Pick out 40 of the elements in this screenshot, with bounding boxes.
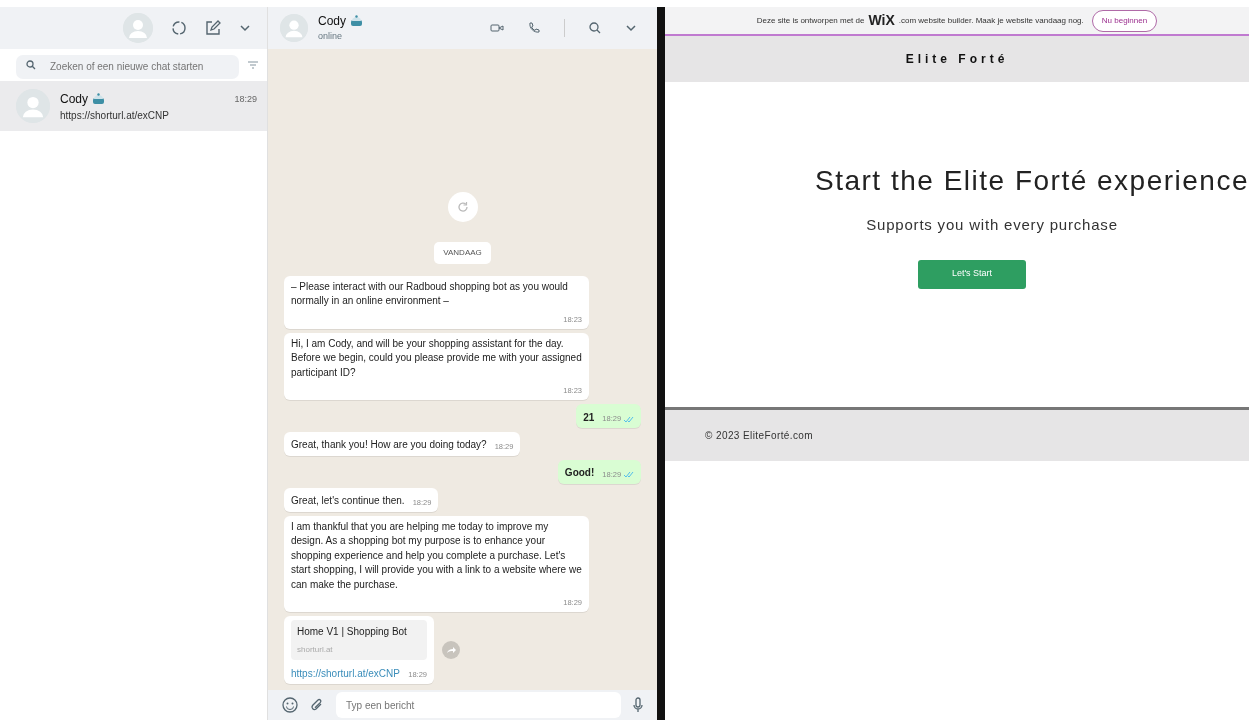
message-text: Great, thank you! How are you doing today? — [291, 438, 487, 453]
site-title: Elite Forté — [905, 51, 1009, 68]
bot-icon — [92, 92, 105, 105]
hero-subtitle: Supports you with every purchase — [866, 215, 1118, 235]
menu-caret-icon[interactable] — [625, 22, 638, 34]
message-preview: https://shorturl.at/exCNP — [60, 108, 170, 123]
video-call-icon[interactable] — [490, 23, 505, 33]
new-chat-icon[interactable] — [205, 20, 221, 36]
wix-logo: WiX — [868, 11, 895, 30]
search-field[interactable]: Zoeken of een nieuwe chat starten — [16, 54, 239, 79]
preview-domain: shorturl.at — [297, 643, 334, 656]
emoji-icon[interactable] — [282, 697, 298, 713]
status-icon[interactable] — [171, 20, 187, 36]
contact-status: online — [318, 30, 344, 44]
menu-caret-icon[interactable] — [239, 22, 251, 34]
microphone-icon[interactable] — [633, 697, 644, 713]
message-input[interactable]: Typ een bericht — [336, 692, 622, 718]
start-button[interactable]: Nu beginnen — [1091, 9, 1158, 32]
search-icon[interactable] — [589, 22, 602, 34]
date-label: VANDAAG — [434, 241, 491, 264]
contact-name: Cody — [60, 90, 88, 108]
preview-title: Home V1 | Shopping Bot — [297, 625, 408, 640]
banner-text: Deze site is ontworpen met de — [756, 14, 865, 27]
message-text: Good! — [564, 466, 595, 481]
hero-title: Start the Elite Forté experience — [815, 164, 1249, 198]
attach-icon[interactable] — [310, 698, 324, 712]
message-text: Hi, I am Cody, and will be your shopping assistant for the day. Before we begin, could you please provide me with your assigned participant ID? — [291, 336, 582, 380]
contact-name: Cody — [318, 13, 346, 31]
message-text: 21 — [583, 410, 595, 425]
phone-icon[interactable] — [528, 22, 541, 34]
reload-icon — [456, 200, 469, 213]
message-text: Great, let's continue then. — [291, 494, 405, 509]
bot-icon — [350, 15, 363, 28]
message-link[interactable]: https://shorturl.at/exCNP — [291, 666, 400, 681]
message-text: – Please interact with our Radboud shopping bot as you would normally in an online environment – — [291, 279, 569, 309]
message-text: I am thankful that you are helping me today to improve my design. As a shopping bot my purpose is to enhance your shopping experience and help you complete a purchase. Let's start shopping, I will provide you with a link to a website where we can make the purchase. — [291, 519, 582, 592]
message-time: 18:29 — [234, 93, 257, 106]
banner-text: .com website builder. Maak je website vandaag nog. — [898, 14, 1084, 27]
chat-list-item[interactable]: Cody https://shorturl.at/exCNP 18:29 — [0, 81, 267, 131]
copyright-text: © 2023 EliteForté.com — [705, 429, 814, 443]
